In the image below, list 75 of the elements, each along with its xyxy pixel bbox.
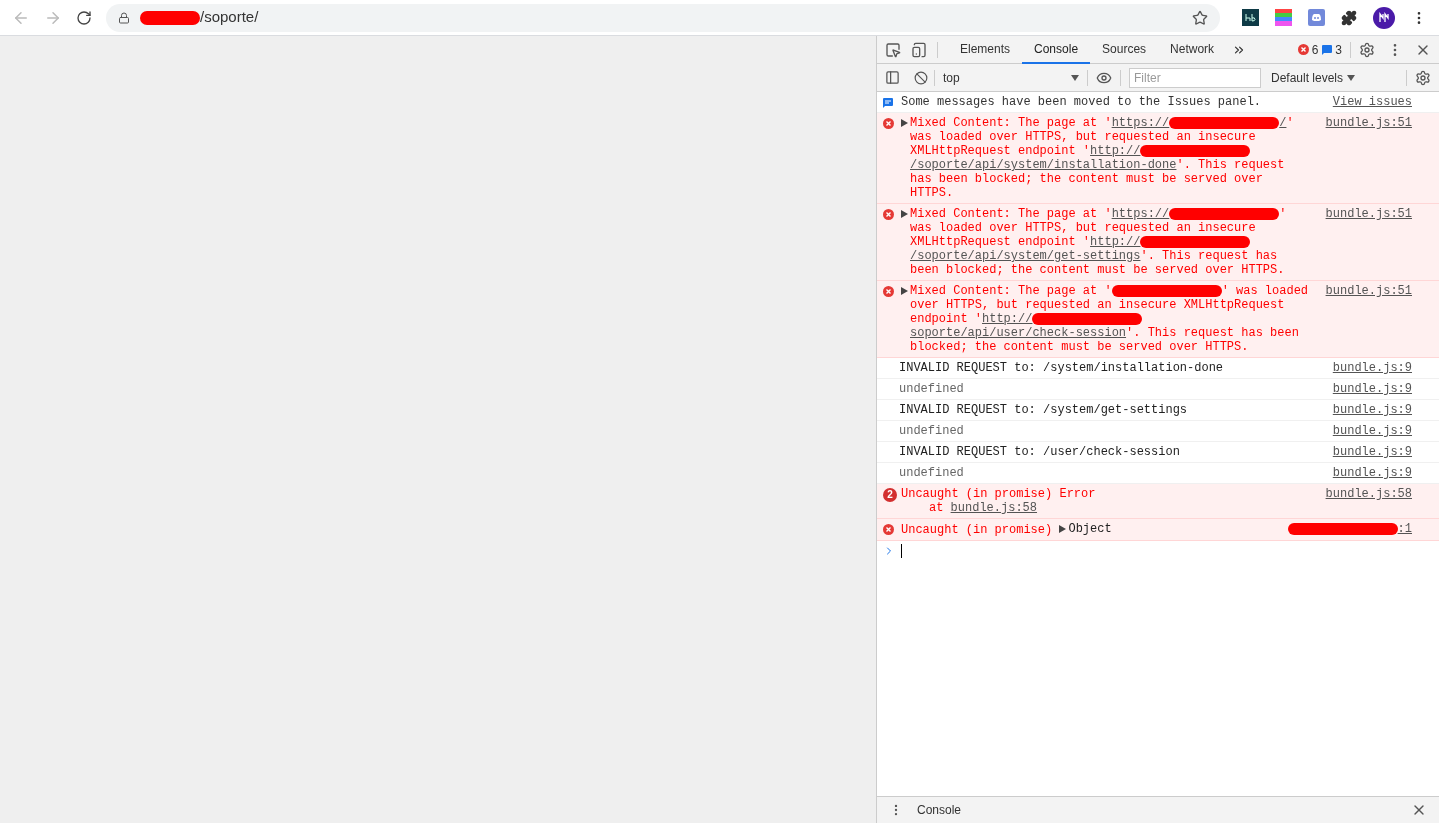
expand-triangle-icon[interactable] (901, 119, 908, 127)
link[interactable]: https:// (1111, 207, 1170, 221)
link[interactable]: bundle.js:9 (1332, 466, 1412, 480)
sidebar-toggle-icon[interactable] (885, 70, 900, 85)
message-text: undefined (899, 466, 965, 480)
expand-triangle-icon[interactable] (1059, 525, 1067, 533)
link[interactable]: bundle.js:9 (1332, 382, 1412, 396)
url-path: /soporte/ (200, 7, 259, 28)
panel-tab[interactable]: Network (1158, 35, 1227, 64)
link[interactable]: bundle.js:51 (1325, 207, 1412, 221)
levels-dropdown[interactable]: Default levels (1271, 68, 1356, 87)
error-icon (1297, 44, 1309, 55)
link[interactable]: :1 (1397, 522, 1412, 536)
expand-triangle-icon[interactable] (901, 210, 908, 218)
error-count: 6 (1311, 41, 1319, 59)
settings-icon[interactable] (1359, 41, 1375, 58)
message-text: Uncaught (in promise) Object (901, 522, 1113, 537)
link[interactable]: View issues (1332, 95, 1412, 109)
drawer-tab[interactable]: Console (917, 801, 962, 819)
extensions-icon[interactable] (1341, 9, 1357, 26)
panel-tab[interactable]: Elements (948, 35, 1023, 64)
device-toolbar-icon[interactable] (911, 41, 927, 58)
extension-icon[interactable] (1308, 9, 1325, 26)
bookmark-star-icon[interactable] (1192, 9, 1208, 26)
link[interactable]: /soporte/api/system/get-settings (910, 249, 1141, 263)
dropdown-caret-icon (1071, 74, 1079, 81)
link[interactable]: bundle.js:58 (950, 501, 1038, 515)
extension-icon[interactable] (1242, 9, 1259, 26)
message-text: undefined (899, 382, 965, 396)
error-icon (883, 209, 894, 220)
address-bar[interactable]: /soporte/ (106, 3, 1220, 32)
link[interactable]: bundle.js:9 (1332, 424, 1412, 438)
redaction-scribble (140, 10, 200, 25)
clear-console-icon[interactable] (914, 70, 928, 85)
link[interactable]: https:// (1111, 116, 1170, 130)
context-dropdown[interactable]: top (941, 68, 1081, 87)
dropdown-caret-icon (1347, 74, 1356, 81)
filter-field[interactable]: Filter (1129, 67, 1261, 88)
message-text: Uncaught (in promise) Error (901, 487, 1097, 501)
link[interactable]: bundle.js:9 (1332, 361, 1412, 375)
message-text: Mixed Content: The page at 'https:// ' was loaded over HTTPS, but requested an insecure XMLHttpRequest endpoint 'http:// /soporte/api/system/get-settings'. This request has been blocked; the content must be served over HTTPS. (910, 207, 1288, 277)
link[interactable]: /soporte/api/system/installation-done (910, 158, 1177, 172)
link[interactable]: bundle.js:51 (1325, 284, 1412, 298)
message-text: INVALID REQUEST to: /system/installation-done (899, 361, 1225, 375)
message-icon (883, 98, 893, 108)
error-icon (883, 118, 894, 129)
link[interactable]: http:// (1090, 144, 1141, 158)
message-text: Some messages have been moved to the Issues panel. (901, 95, 1263, 109)
avatar-icon[interactable] (1373, 6, 1395, 29)
panel-tab[interactable]: Sources (1090, 35, 1159, 64)
message-icon (1322, 44, 1333, 55)
link[interactable]: bundle.js:58 (1325, 487, 1412, 501)
link[interactable]: / (1279, 116, 1287, 130)
reload-icon[interactable] (76, 9, 92, 26)
object-label[interactable]: Object (1068, 522, 1112, 536)
link[interactable]: soporte/api/user/check-session (910, 326, 1127, 340)
link[interactable]: bundle.js:9 (1332, 403, 1412, 417)
message-text: Mixed Content: The page at 'https:// /' was loaded over HTTPS, but requested an insecure XMLHttpRequest endpoint 'http:// /soporte/api/system/installation-done'. This request has been blocked; the content must be served over HTTPS. (910, 116, 1295, 200)
inspect-icon[interactable] (885, 41, 901, 58)
settings-icon[interactable] (1415, 69, 1431, 86)
link[interactable]: http:// (982, 312, 1033, 326)
stack-trace-text: at bundle.js:58 (929, 501, 1038, 515)
error-icon (883, 286, 894, 297)
link[interactable]: bundle.js:9 (1332, 445, 1412, 459)
error-icon (883, 524, 894, 535)
lock-icon (118, 11, 130, 24)
message-text: INVALID REQUEST to: /user/check-session (899, 445, 1181, 459)
link[interactable]: bundle.js:51 (1325, 116, 1412, 130)
message-text: INVALID REQUEST to: /system/get-settings (899, 403, 1189, 417)
error-count-badge: 2 (883, 488, 897, 502)
message-count: 3 (1335, 41, 1342, 59)
link[interactable]: http:// (1090, 235, 1141, 249)
expand-triangle-icon[interactable] (901, 287, 908, 295)
message-text: undefined (899, 424, 965, 438)
message-text: Mixed Content: The page at ' ' was loaded over HTTPS, but requested an insecure XMLHttpRequest endpoint 'http:// soporte/api/user/check-session'. This request has been blocked; the content must be served over HTTPS. (910, 284, 1310, 354)
